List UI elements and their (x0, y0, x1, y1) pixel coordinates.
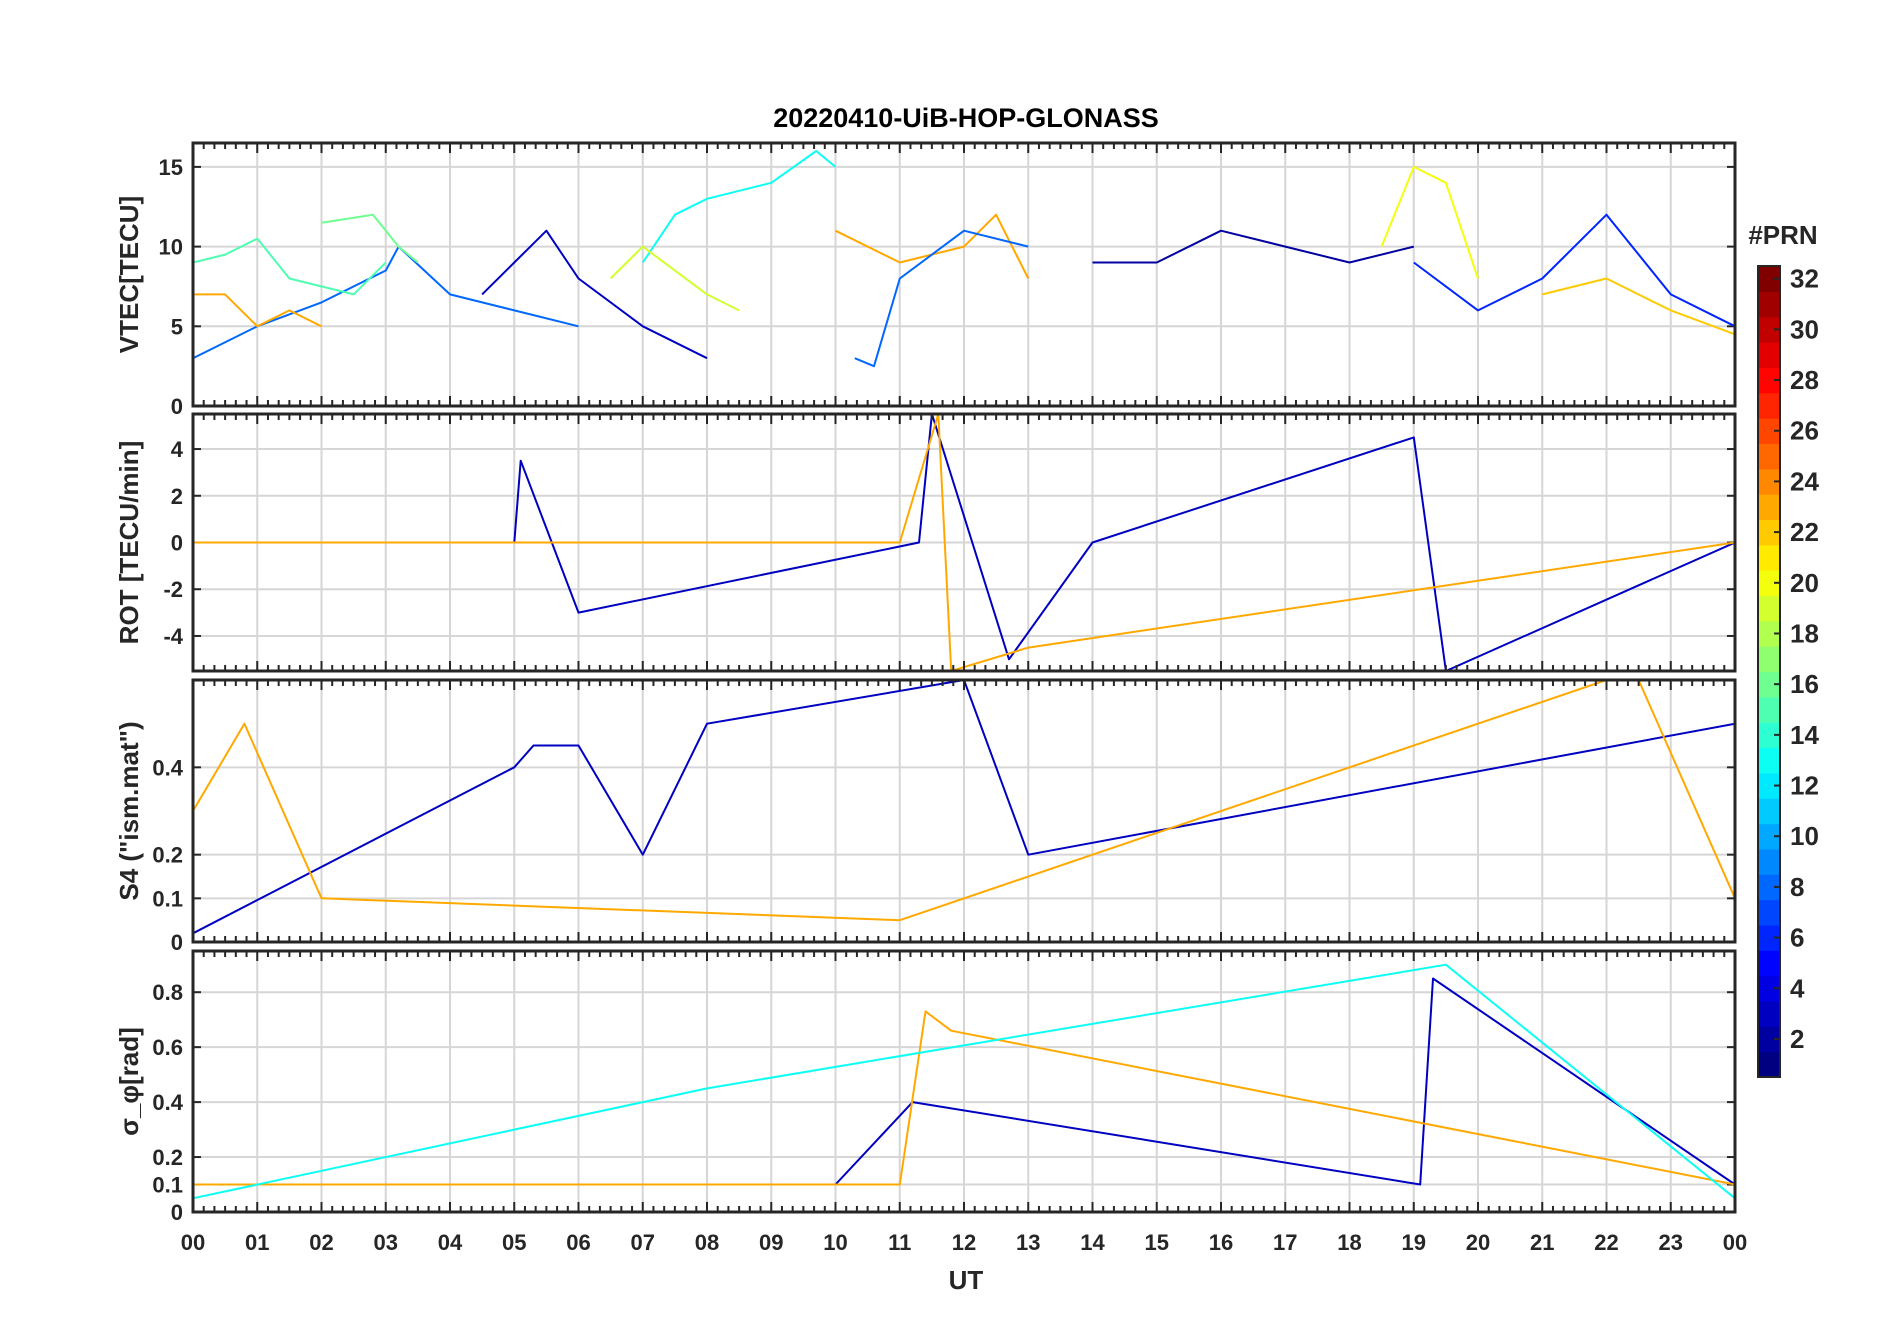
colorbar-title: #PRN (1748, 220, 1817, 250)
y-axis-label: ROT [TECU/min] (114, 441, 144, 645)
x-tick-label: 16 (1209, 1230, 1233, 1255)
colorbar-segment (1758, 544, 1780, 571)
colorbar-tick-label: 26 (1790, 416, 1819, 446)
x-tick-label: 10 (823, 1230, 847, 1255)
colorbar-segment (1758, 646, 1780, 673)
colorbar-segment (1758, 798, 1780, 825)
colorbar-segment (1758, 696, 1780, 723)
y-tick-label: 15 (159, 155, 183, 180)
colorbar-segment (1758, 443, 1780, 470)
y-axis-label: VTEC[TECU] (114, 196, 144, 353)
x-tick-label: 21 (1530, 1230, 1554, 1255)
x-tick-label: 18 (1337, 1230, 1361, 1255)
sigma-phi-panel: 00.1 0.2 0.4 0.6 0.8 σ_φ[rad] (114, 949, 1737, 1225)
colorbar-tick-label: 18 (1790, 618, 1819, 648)
y-tick-label: 10 (159, 235, 183, 260)
colorbar-tick-label: 30 (1790, 314, 1819, 344)
y-tick-label: 2 (171, 484, 183, 509)
colorbar-segment (1758, 595, 1780, 622)
y-tick-label: 0 (171, 1200, 183, 1225)
colorbar-tick-label: 16 (1790, 669, 1819, 699)
y-axis-label: S4 ("ism.mat") (114, 721, 144, 900)
y-tick-label: 0 (171, 930, 183, 955)
y-tick-label: 0.4 (152, 1090, 183, 1115)
colorbar-segment (1758, 950, 1780, 977)
x-axis-label: UT (949, 1265, 984, 1295)
y-tick-label: 4 (171, 437, 184, 462)
x-tick-label: 13 (1016, 1230, 1040, 1255)
rot-panel: -4 -2 0 2 4 ROT [TECU/min] (114, 412, 1737, 673)
colorbar-tick-label: 10 (1790, 821, 1819, 851)
colorbar-tick-label: 24 (1790, 466, 1819, 496)
y-tick-label: -2 (163, 577, 183, 602)
x-tick-label: 04 (438, 1230, 463, 1255)
figure: 20220410-UiB-HOP-GLONASS 051015VTEC[TECU… (114, 103, 1819, 1295)
y-tick-label: 0.4 (152, 755, 183, 780)
vtec-panel: 0 5 10 15 VTEC[TECU] (114, 141, 1737, 419)
colorbar-tick-label: 28 (1790, 365, 1819, 395)
x-tick-label: 07 (631, 1230, 655, 1255)
x-tick-label: 08 (695, 1230, 719, 1255)
y-tick-label: 5 (171, 314, 183, 339)
colorbar-tick-label: 4 (1790, 973, 1805, 1003)
colorbar-segment (1758, 1051, 1780, 1078)
x-tick-label: 20 (1466, 1230, 1490, 1255)
x-tick-label: 15 (1145, 1230, 1169, 1255)
x-tick-label: 17 (1273, 1230, 1297, 1255)
colorbar-segment (1758, 342, 1780, 368)
colorbar-segment (1758, 494, 1780, 521)
y-axis-label: σ_φ[rad] (114, 1027, 144, 1136)
y-tick-label: -4 (163, 624, 183, 649)
y-tick-label: 0.6 (152, 1035, 183, 1060)
y-tick-label: 0.1 (152, 1173, 183, 1198)
y-tick-label: 0 (171, 394, 183, 419)
colorbar-segment (1758, 848, 1780, 875)
x-tick-label: 01 (245, 1230, 269, 1255)
x-tick-label: 14 (1080, 1230, 1105, 1255)
x-tick-label: 03 (374, 1230, 398, 1255)
x-tick-label: 23 (1659, 1230, 1683, 1255)
s4-panel: 0 0.1 0.2 0.4 S4 ("ism.mat") (114, 678, 1737, 955)
x-tick-label: 00 (1723, 1230, 1747, 1255)
figure-title: 20220410-UiB-HOP-GLONASS (773, 103, 1159, 133)
x-tick-label: 22 (1594, 1230, 1618, 1255)
colorbar-segment (1758, 899, 1780, 926)
colorbar-segment (1758, 392, 1780, 419)
colorbar-tick-label: 22 (1790, 517, 1819, 547)
x-tick-label: 12 (952, 1230, 976, 1255)
colorbar-tick-label: 2 (1790, 1024, 1804, 1054)
colorbar-tick-label: 8 (1790, 872, 1804, 902)
y-tick-label: 0.2 (152, 843, 183, 868)
y-tick-label: 0.8 (152, 980, 183, 1005)
x-tick-label: 00 (181, 1230, 205, 1255)
x-tick-label: 19 (1402, 1230, 1426, 1255)
x-tick-label: 02 (309, 1230, 333, 1255)
y-tick-label: 0.2 (152, 1145, 183, 1170)
y-tick-label: 0 (171, 531, 183, 556)
colorbar-segment (1758, 291, 1780, 318)
x-tick-label: 11 (888, 1230, 911, 1255)
colorbar-tick-label: 6 (1790, 923, 1804, 953)
colorbar-segment (1758, 747, 1780, 774)
x-axis: 00 01 02 03 04 05 06 07 08 09 10 11 12 13 14 15 16 17 18 19… (181, 1230, 1747, 1255)
colorbar-tick-label: 20 (1790, 568, 1819, 598)
colorbar-tick-label: 14 (1790, 720, 1819, 750)
y-tick-label: 0.1 (152, 886, 183, 911)
x-tick-label: 06 (566, 1230, 590, 1255)
colorbar-tick-label: 32 (1790, 264, 1819, 294)
x-tick-label: 09 (759, 1230, 783, 1255)
colorbar-segment (1758, 1000, 1780, 1027)
colorbar: 2468101214161820222426283032 (1757, 264, 1819, 1078)
x-tick-label: 05 (502, 1230, 526, 1255)
colorbar-tick-label: 12 (1790, 771, 1819, 801)
